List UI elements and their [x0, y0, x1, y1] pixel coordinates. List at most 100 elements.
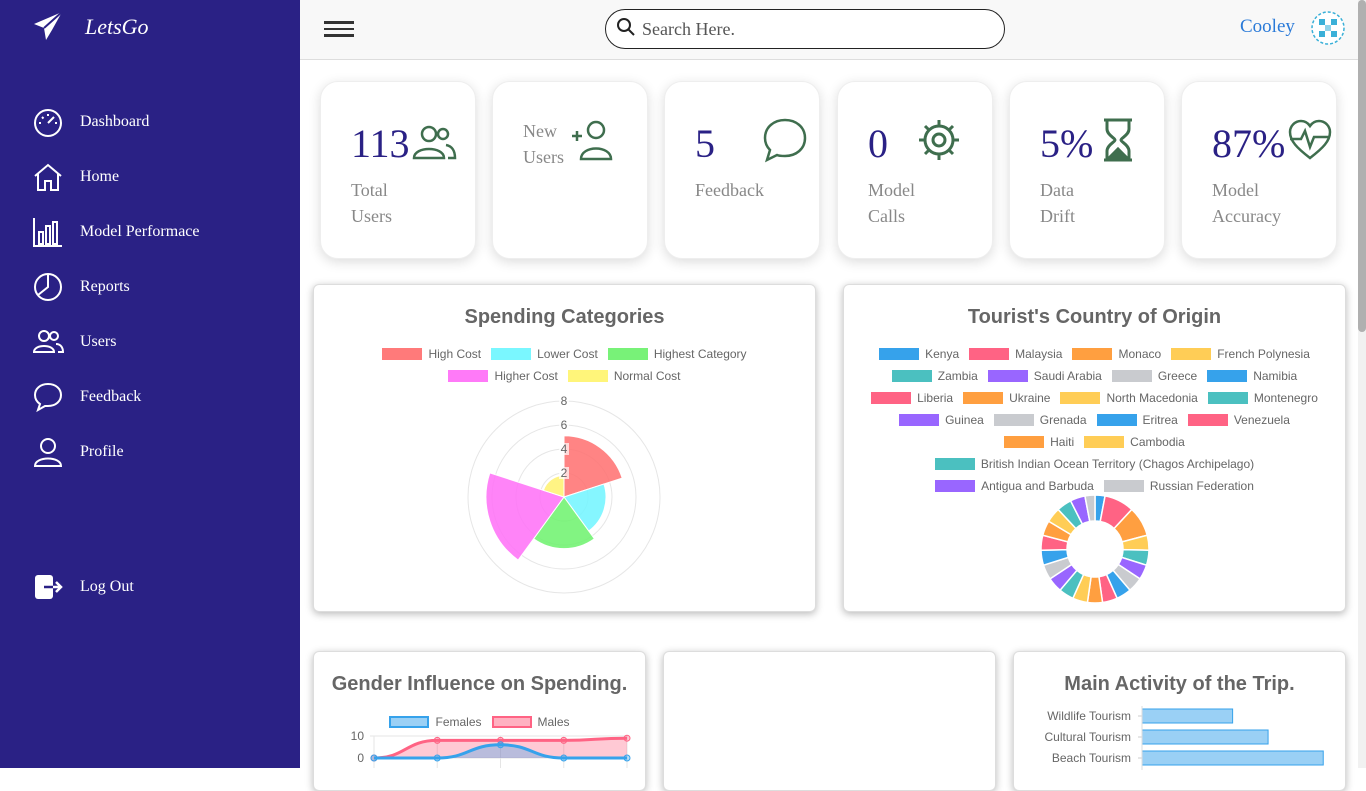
- sidebar-item-dashboard[interactable]: Dashboard: [32, 102, 149, 142]
- sidebar-item-home[interactable]: Home: [32, 157, 119, 197]
- legend-item[interactable]: Highest Category: [607, 347, 747, 361]
- legend-label: Lower Cost: [537, 347, 598, 361]
- legend-label: Eritrea: [1142, 413, 1178, 427]
- legend-row: Guinea Grenada Eritrea Venezuela: [844, 413, 1345, 427]
- category-label: Wildlife Tourism: [1047, 709, 1131, 723]
- legend-item[interactable]: Ukraine: [963, 391, 1050, 405]
- logout-button[interactable]: Log Out: [32, 567, 134, 607]
- legend-label: High Cost: [428, 347, 482, 361]
- tick-label: 6: [561, 418, 568, 432]
- legend-item[interactable]: Liberia: [871, 391, 953, 405]
- legend-item[interactable]: Antigua and Barbuda: [935, 479, 1094, 493]
- scrollbar-thumb[interactable]: [1358, 0, 1366, 332]
- data-point[interactable]: [623, 734, 631, 742]
- empty-chart-panel: [663, 651, 996, 791]
- legend-swatch: [491, 716, 532, 728]
- legend-label: Kenya: [925, 347, 960, 361]
- legend-item[interactable]: Haiti: [1004, 435, 1074, 449]
- legend-swatch: [1004, 436, 1045, 448]
- legend-item[interactable]: Kenya: [879, 347, 959, 361]
- chart-title: Tourist's Country of Origin: [967, 306, 1222, 328]
- legend-item[interactable]: Lower Cost: [491, 347, 598, 361]
- scrollbar[interactable]: [1358, 0, 1366, 768]
- data-point[interactable]: [433, 754, 441, 762]
- legend-item[interactable]: Malaysia: [969, 347, 1062, 361]
- legend-item[interactable]: Montenegro: [1207, 391, 1318, 405]
- user-name[interactable]: Cooley: [1240, 16, 1295, 38]
- sidebar-item-model-performance[interactable]: Model Performace: [32, 212, 200, 252]
- tick-label: 8: [561, 394, 568, 408]
- brand-name: LetsGo: [85, 14, 149, 39]
- chart-legend: High Cost Lower Cost Highest Category: [314, 347, 815, 361]
- legend-label: Haiti: [1050, 435, 1075, 449]
- search-input[interactable]: [642, 18, 982, 40]
- legend-swatch: [891, 370, 932, 382]
- legend-swatch: [871, 392, 912, 404]
- legend-item[interactable]: Russian Federation: [1103, 479, 1254, 493]
- tick-label: 2: [561, 466, 568, 480]
- brand[interactable]: LetsGo: [32, 8, 149, 48]
- sidebar-item-feedback[interactable]: Feedback: [32, 377, 141, 417]
- legend-item[interactable]: Monaco: [1072, 347, 1161, 361]
- legend-item[interactable]: Greece: [1111, 369, 1197, 383]
- card-model-calls[interactable]: 0 Model Calls: [837, 81, 993, 259]
- sidebar-item-label: Users: [80, 333, 117, 350]
- legend-label: Zambia: [937, 369, 978, 383]
- sidebar-item-users[interactable]: Users: [32, 322, 116, 362]
- add-user-icon: [569, 117, 615, 163]
- legend-item[interactable]: British Indian Ocean Territory (Chagos A…: [934, 457, 1254, 471]
- card-model-accuracy[interactable]: 87% Model Accuracy: [1181, 81, 1337, 259]
- y-tick-label: 10: [351, 729, 365, 743]
- sidebar-item-label: Reports: [80, 278, 130, 295]
- legend-item[interactable]: Normal Cost: [567, 369, 681, 383]
- legend-item[interactable]: North Macedonia: [1060, 391, 1198, 405]
- legend-swatch: [1187, 414, 1228, 426]
- bar[interactable]: [1141, 750, 1324, 766]
- legend-item[interactable]: Venezuela: [1187, 413, 1290, 427]
- legend-item[interactable]: Higher Cost: [448, 369, 558, 383]
- legend-item[interactable]: High Cost: [382, 347, 481, 361]
- data-point[interactable]: [623, 754, 631, 762]
- main-activity-panel: Main Activity of the Trip. Wildlife Tour…: [1013, 651, 1346, 791]
- sidebar-item-reports[interactable]: Reports: [32, 267, 130, 307]
- card-feedback[interactable]: 5 Feedback: [664, 81, 820, 259]
- card-total-users[interactable]: 113 Total Users: [320, 81, 476, 259]
- card-data-drift[interactable]: 5% Data Drift: [1009, 81, 1165, 259]
- legend-item[interactable]: Eritrea: [1096, 413, 1178, 427]
- legend-swatch: [1096, 414, 1137, 426]
- card-new-users[interactable]: New Users: [492, 81, 648, 259]
- legend-swatch: [567, 370, 608, 382]
- legend-row: Liberia Ukraine North Macedonia Montenegro: [844, 391, 1345, 405]
- legend-item[interactable]: French Polynesia: [1171, 347, 1310, 361]
- chart-title: Gender Influence on Spending.: [331, 673, 628, 695]
- bar[interactable]: [1141, 708, 1234, 724]
- legend-label: Russian Federation: [1149, 479, 1254, 493]
- legend-item[interactable]: Females: [389, 715, 482, 729]
- legend-item[interactable]: Males: [491, 715, 570, 729]
- bar-chart: Wildlife Tourism Cultural Tourism Beach To…: [1045, 706, 1324, 770]
- legend-item[interactable]: Namibia: [1207, 369, 1297, 383]
- legend-label: Montenegro: [1253, 391, 1318, 405]
- data-point[interactable]: [497, 741, 504, 749]
- menu-toggle-button[interactable]: [324, 17, 356, 41]
- legend-row: British Indian Ocean Territory (Chagos A…: [844, 457, 1345, 471]
- speedometer-icon: [32, 106, 64, 138]
- sidebar-item-profile[interactable]: Profile: [32, 432, 124, 472]
- category-label: Beach Tourism: [1052, 751, 1131, 765]
- data-point[interactable]: [433, 736, 441, 744]
- legend-label: Namibia: [1253, 369, 1298, 383]
- data-point[interactable]: [560, 754, 568, 762]
- data-point[interactable]: [560, 736, 568, 744]
- legend-label: Highest Category: [653, 347, 747, 361]
- legend-item[interactable]: Zambia: [891, 369, 978, 383]
- legend-swatch: [607, 348, 648, 360]
- legend-row: Antigua and Barbuda Russian Federation: [844, 479, 1345, 493]
- bar[interactable]: [1141, 729, 1269, 745]
- home-icon: [32, 161, 64, 193]
- legend-item[interactable]: Cambodia: [1084, 435, 1185, 449]
- legend-item[interactable]: Grenada: [993, 413, 1087, 427]
- avatar[interactable]: [1310, 10, 1346, 46]
- legend-item[interactable]: Guinea: [899, 413, 984, 427]
- data-point[interactable]: [370, 754, 378, 762]
- legend-item[interactable]: Saudi Arabia: [987, 369, 1102, 383]
